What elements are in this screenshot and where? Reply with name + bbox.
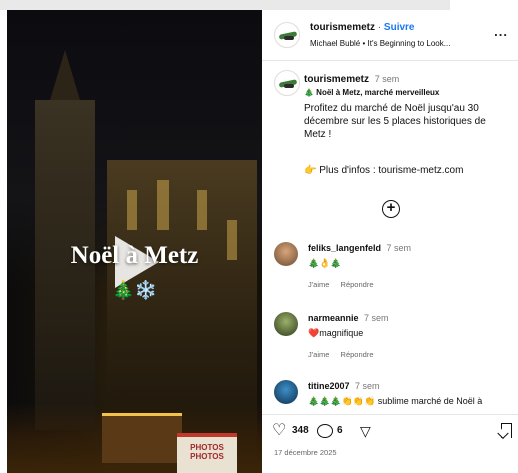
cathedral-window: [197, 190, 207, 230]
comment-avatar[interactable]: [274, 242, 298, 266]
like-comment-button[interactable]: J'aime: [308, 350, 329, 359]
comment-text: 🎄👌🎄: [308, 258, 342, 268]
top-strip: [0, 0, 450, 10]
caption-avatar[interactable]: [274, 70, 300, 96]
comment-count: 6: [337, 425, 343, 436]
comment-actions: J'aime Répondre: [308, 280, 383, 289]
comment-text: 🎄🎄🎄👏👏👏 sublime marché de Noël à: [308, 396, 483, 406]
logo-mark: [284, 84, 294, 88]
comment-actions: J'aime Répondre: [308, 350, 383, 359]
account-avatar[interactable]: [274, 22, 300, 48]
caption-time: 7 sem: [374, 74, 400, 84]
caption-header: tourismemetz 7 sem: [304, 74, 399, 85]
like-comment-button[interactable]: J'aime: [308, 280, 329, 289]
footer-divider: [262, 414, 518, 415]
comment-text: ❤️magnifique: [308, 328, 364, 338]
comment-header: narmeannie 7 sem: [308, 313, 389, 323]
follow-button[interactable]: Suivre: [384, 22, 415, 33]
cathedral-window: [127, 190, 137, 230]
caption-link: 👉 Plus d'infos : tourisme-metz.com: [304, 165, 464, 176]
caption-body: Profitez du marché de Noël jusqu'au 30 d…: [304, 103, 486, 140]
market-stall: [102, 413, 182, 463]
reply-button[interactable]: Répondre: [341, 280, 374, 289]
comment-header: titine2007 7 sem: [308, 381, 380, 391]
header-separator: ·: [377, 22, 382, 33]
bookmark-icon[interactable]: [501, 423, 512, 438]
caption-username[interactable]: tourismemetz: [304, 74, 369, 85]
caption-headline: 🎄 Noël à Metz, marché merveilleux: [304, 88, 440, 97]
comment-username[interactable]: narmeannie: [308, 313, 359, 323]
reel-video[interactable]: PHOTOS PHOTOS Noël à Metz 🎄❄️: [7, 10, 262, 473]
like-count: 348: [292, 425, 309, 436]
post-panel: tourismemetz · Suivre Michael Bublé • It…: [262, 10, 518, 473]
video-emoji: 🎄❄️: [112, 280, 157, 300]
add-comment-icon[interactable]: +: [382, 200, 400, 218]
post-date: 17 décembre 2025: [274, 448, 337, 457]
comment-avatar[interactable]: [274, 312, 298, 336]
comment-avatar[interactable]: [274, 380, 298, 404]
header-username[interactable]: tourismemetz: [310, 22, 375, 33]
music-track[interactable]: Michael Bublé • It's Beginning to Look..…: [310, 39, 450, 48]
header-divider: [262, 60, 518, 61]
comment-username[interactable]: titine2007: [308, 381, 350, 391]
comment-time: 7 sem: [355, 381, 380, 391]
heart-icon[interactable]: ♡: [272, 423, 286, 439]
photos-sign: PHOTOS PHOTOS: [177, 433, 237, 473]
post-actions: ♡ 348 6 ▽: [272, 423, 512, 443]
logo-mark: [284, 36, 294, 40]
comment-username[interactable]: feliks_langenfeld: [308, 243, 381, 253]
comment-time: 7 sem: [386, 243, 412, 253]
more-icon[interactable]: ...: [494, 24, 508, 39]
cathedral-window: [157, 180, 169, 230]
reply-button[interactable]: Répondre: [341, 350, 374, 359]
share-icon[interactable]: ▽: [360, 423, 371, 439]
comment-header: feliks_langenfeld 7 sem: [308, 243, 411, 253]
video-title: Noël à Metz: [70, 242, 199, 269]
post-header: tourismemetz · Suivre: [310, 22, 415, 33]
comment-time: 7 sem: [364, 313, 389, 323]
comment-icon[interactable]: [317, 424, 333, 438]
